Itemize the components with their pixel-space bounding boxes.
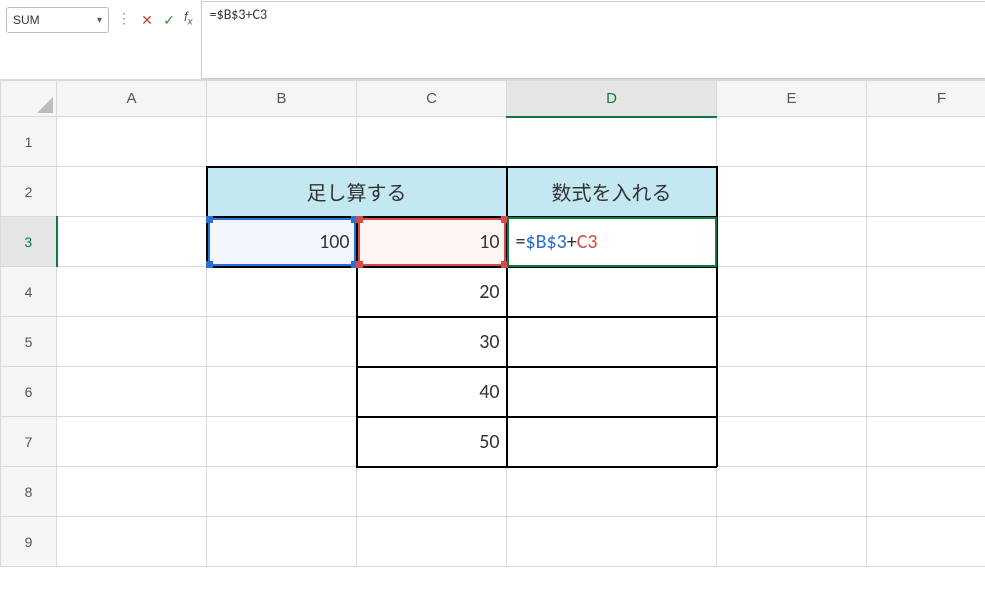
cell-c5-value: 30 bbox=[358, 318, 506, 366]
cell-e1[interactable] bbox=[717, 117, 867, 167]
cell-e2[interactable] bbox=[717, 167, 867, 217]
select-all-triangle-icon bbox=[37, 97, 53, 113]
cell-c3-value: 10 bbox=[358, 218, 506, 266]
chevron-down-icon[interactable]: ▾ bbox=[91, 7, 109, 33]
row-header-2[interactable]: 2 bbox=[1, 167, 57, 217]
cell-b1[interactable] bbox=[207, 117, 357, 167]
cell-c3[interactable]: 10 bbox=[357, 217, 507, 267]
cell-a1[interactable] bbox=[57, 117, 207, 167]
col-header-b[interactable]: B bbox=[207, 81, 357, 117]
cancel-button[interactable]: ✕ bbox=[136, 8, 158, 32]
cell-e4[interactable] bbox=[717, 267, 867, 317]
cell-d3[interactable]: =$B$3+C3 bbox=[507, 217, 717, 267]
cell-c6[interactable]: 40 bbox=[357, 367, 507, 417]
cell-a8[interactable] bbox=[57, 467, 207, 517]
cell-e9[interactable] bbox=[717, 517, 867, 567]
cell-a9[interactable] bbox=[57, 517, 207, 567]
col-header-a[interactable]: A bbox=[57, 81, 207, 117]
cell-b7[interactable] bbox=[207, 417, 357, 467]
cell-f4[interactable] bbox=[867, 267, 985, 317]
cell-e5[interactable] bbox=[717, 317, 867, 367]
cell-c4-value: 20 bbox=[358, 268, 506, 316]
cell-d5[interactable] bbox=[507, 317, 717, 367]
fx-icon[interactable]: fx bbox=[180, 9, 197, 28]
cell-e8[interactable] bbox=[717, 467, 867, 517]
cell-f7[interactable] bbox=[867, 417, 985, 467]
row-header-9[interactable]: 9 bbox=[1, 517, 57, 567]
row-header-6[interactable]: 6 bbox=[1, 367, 57, 417]
cell-d3-formula: =$B$3+C3 bbox=[514, 230, 598, 254]
col-header-d[interactable]: D bbox=[507, 81, 717, 117]
select-all-corner[interactable] bbox=[1, 81, 57, 117]
cell-c4[interactable]: 20 bbox=[357, 267, 507, 317]
cell-c8[interactable] bbox=[357, 467, 507, 517]
cell-f5[interactable] bbox=[867, 317, 985, 367]
cell-f2[interactable] bbox=[867, 167, 985, 217]
cell-c6-value: 40 bbox=[358, 368, 506, 416]
cell-d4[interactable] bbox=[507, 267, 717, 317]
col-header-f[interactable]: F bbox=[867, 81, 985, 117]
cell-b3-value: 100 bbox=[208, 218, 356, 266]
row-header-3[interactable]: 3 bbox=[1, 217, 57, 267]
cell-e7[interactable] bbox=[717, 417, 867, 467]
vertical-dots-icon: ⋮ bbox=[117, 10, 130, 27]
cell-f3[interactable] bbox=[867, 217, 985, 267]
enter-button[interactable]: ✓ bbox=[158, 8, 180, 32]
header-addition: 足し算する bbox=[208, 168, 506, 216]
header-formula: 数式を入れる bbox=[508, 168, 716, 216]
row-header-4[interactable]: 4 bbox=[1, 267, 57, 317]
cell-d6[interactable] bbox=[507, 367, 717, 417]
cell-c1[interactable] bbox=[357, 117, 507, 167]
cell-f8[interactable] bbox=[867, 467, 985, 517]
spreadsheet-grid[interactable]: A B C D E F 1 2 足し算する 数式を入れる 3 100 bbox=[0, 80, 985, 567]
col-header-e[interactable]: E bbox=[717, 81, 867, 117]
cell-c9[interactable] bbox=[357, 517, 507, 567]
cell-d2[interactable]: 数式を入れる bbox=[507, 167, 717, 217]
cell-d7[interactable] bbox=[507, 417, 717, 467]
row-header-1[interactable]: 1 bbox=[1, 117, 57, 167]
cell-e3[interactable] bbox=[717, 217, 867, 267]
cell-a7[interactable] bbox=[57, 417, 207, 467]
cell-e6[interactable] bbox=[717, 367, 867, 417]
cell-c5[interactable]: 30 bbox=[357, 317, 507, 367]
formula-bar: SUM ▾ ⋮ ✕ ✓ fx =$B$3+C3 bbox=[0, 0, 985, 80]
cell-b9[interactable] bbox=[207, 517, 357, 567]
cell-a3[interactable] bbox=[57, 217, 207, 267]
cell-f1[interactable] bbox=[867, 117, 985, 167]
cell-f9[interactable] bbox=[867, 517, 985, 567]
cell-a5[interactable] bbox=[57, 317, 207, 367]
cell-b5[interactable] bbox=[207, 317, 357, 367]
formula-input[interactable]: =$B$3+C3 bbox=[201, 1, 985, 79]
cell-d8[interactable] bbox=[507, 467, 717, 517]
cell-b6[interactable] bbox=[207, 367, 357, 417]
cell-a4[interactable] bbox=[57, 267, 207, 317]
name-box-value[interactable]: SUM bbox=[6, 7, 94, 33]
cell-b3[interactable]: 100 bbox=[207, 217, 357, 267]
cell-b2c2-merged[interactable]: 足し算する bbox=[207, 167, 507, 217]
col-header-c[interactable]: C bbox=[357, 81, 507, 117]
row-header-5[interactable]: 5 bbox=[1, 317, 57, 367]
cell-c7[interactable]: 50 bbox=[357, 417, 507, 467]
cell-d1[interactable] bbox=[507, 117, 717, 167]
cell-d9[interactable] bbox=[507, 517, 717, 567]
cell-c7-value: 50 bbox=[358, 418, 506, 466]
cell-b8[interactable] bbox=[207, 467, 357, 517]
row-header-7[interactable]: 7 bbox=[1, 417, 57, 467]
cell-a6[interactable] bbox=[57, 367, 207, 417]
row-header-8[interactable]: 8 bbox=[1, 467, 57, 517]
cell-a2[interactable] bbox=[57, 167, 207, 217]
name-box[interactable]: SUM ▾ bbox=[6, 6, 109, 34]
cell-f6[interactable] bbox=[867, 367, 985, 417]
cell-b4[interactable] bbox=[207, 267, 357, 317]
